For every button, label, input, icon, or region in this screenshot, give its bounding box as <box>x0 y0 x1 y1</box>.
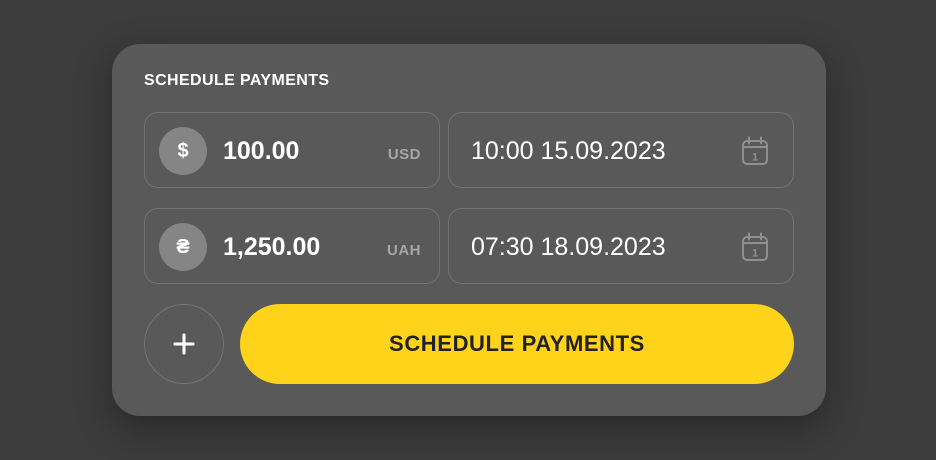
plus-icon <box>173 333 195 355</box>
calendar-icon[interactable]: 1 <box>741 136 769 166</box>
schedule-payments-card: SCHEDULE PAYMENTS $ 100.00 USD 10:00 15.… <box>112 44 826 416</box>
amount-value-2: 1,250.00 <box>223 233 321 261</box>
amount-value-1: 100.00 <box>223 137 300 165</box>
calendar-day: 1 <box>752 152 758 164</box>
amount-field-1[interactable]: $ 100.00 USD <box>144 112 440 188</box>
schedule-payments-button[interactable]: SCHEDULE PAYMENTS <box>240 304 794 384</box>
datetime-field-2[interactable]: 07:30 18.09.2023 1 <box>448 208 794 284</box>
calendar-icon[interactable]: 1 <box>741 232 769 262</box>
add-payment-button[interactable] <box>144 304 224 384</box>
datetime-value-2: 07:30 18.09.2023 <box>471 233 666 261</box>
currency-code-2: UAH <box>387 242 421 259</box>
card-title: SCHEDULE PAYMENTS <box>144 72 330 89</box>
hryvnia-icon: ₴ <box>159 223 207 271</box>
amount-field-2[interactable]: ₴ 1,250.00 UAH <box>144 208 440 284</box>
calendar-day: 1 <box>752 248 758 260</box>
datetime-field-1[interactable]: 10:00 15.09.2023 1 <box>448 112 794 188</box>
currency-code-1: USD <box>387 146 421 163</box>
dollar-icon: $ <box>159 127 207 175</box>
datetime-value-1: 10:00 15.09.2023 <box>471 137 666 165</box>
